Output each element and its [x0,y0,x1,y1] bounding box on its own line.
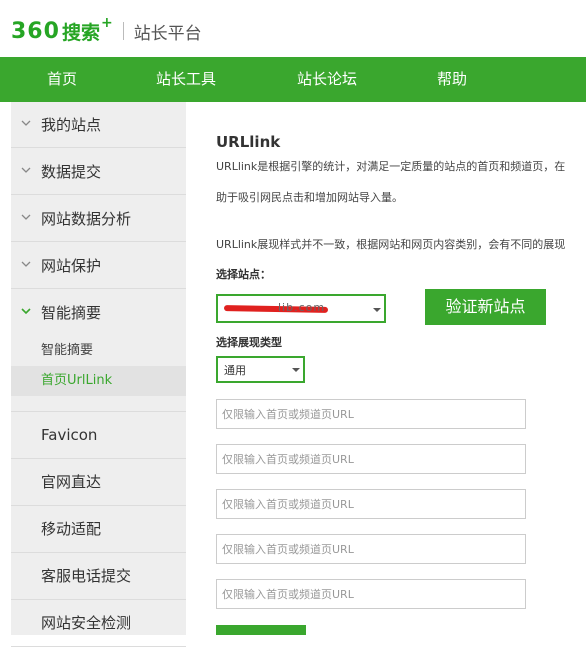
logo-search-text: 搜索 [61,21,100,44]
nav-item-help[interactable]: 帮助 [437,57,467,102]
display-type-value: 通用 [224,364,246,377]
sidebar-item-label: 我的站点 [41,116,102,134]
sidebar-item-label: 移动适配 [41,520,102,538]
url-input-2[interactable] [216,444,526,474]
chevron-down-icon [373,308,381,312]
url-input-3[interactable] [216,489,526,519]
top-nav: 首页 站长工具 站长论坛 帮助 [0,57,586,102]
nav-item-home[interactable]: 首页 [47,57,77,102]
sidebar-item-label: 客服电话提交 [41,567,132,585]
sidebar-item-data-submit[interactable]: 数据提交 [11,149,186,195]
sidebar-item-mobile-adapt[interactable]: 移动适配 [11,506,186,553]
logo-subtitle: 站长平台 [133,23,202,44]
verify-new-site-button[interactable]: 验证新站点 [425,289,546,325]
site-select[interactable]: lib.com [216,294,386,323]
url-input-5[interactable] [216,579,526,609]
logo-plus-mark: + [100,15,113,31]
description-line-2: 助于吸引网民点击和增加网站导入量。 [216,191,403,204]
sidebar-item-official-direct[interactable]: 官网直达 [11,459,186,506]
nav-item-tools[interactable]: 站长工具 [156,57,216,102]
url-input-4[interactable] [216,534,526,564]
sidebar-item-site-protect[interactable]: 网站保护 [11,243,186,289]
site-logo[interactable]: 360 搜索 + 站长平台 [11,15,202,46]
nav-item-forum[interactable]: 站长论坛 [297,57,357,102]
sidebar-item-label: 智能摘要 [41,304,102,322]
url-input-1[interactable] [216,399,526,429]
sidebar-item-favicon[interactable]: Favicon [11,412,186,459]
display-type-select[interactable]: 通用 [216,356,305,383]
chevron-down-icon [21,120,31,126]
sidebar-item-security-check[interactable]: 网站安全检测 [11,600,186,647]
sidebar-item-label: 网站保护 [41,257,102,275]
sidebar-item-my-sites[interactable]: 我的站点 [11,102,186,148]
sidebar-item-label: 网站安全检测 [41,614,132,632]
logo-360-text: 360 [11,18,60,44]
site-select-label: 选择站点： [216,268,271,281]
sidebar-item-site-analysis[interactable]: 网站数据分析 [11,196,186,242]
description-line-3: URLlink展现样式并不一致，根据网站和网页内容类别，会有不同的展现 [216,238,566,251]
sidebar-item-label: 官网直达 [41,473,102,491]
chevron-down-icon [21,214,31,220]
description-line-1: URLlink是根据引擎的统计，对满足一定质量的站点的首页和频道页，在 [216,160,566,173]
sidebar: 我的站点 数据提交 网站数据分析 网站保护 智能摘要 智能摘要 首页UrlLin… [11,102,186,647]
display-type-label: 选择展现类型 [216,336,282,349]
sidebar-subitem-urllink[interactable]: 首页UrlLink [11,366,186,396]
sidebar-item-smart-summary[interactable]: 智能摘要 [11,290,186,336]
chevron-down-icon [21,261,31,267]
submit-button[interactable] [216,625,306,635]
page-title: URLlink [216,133,281,151]
header: 360 搜索 + 站长平台 [0,0,586,57]
sidebar-item-label: 网站数据分析 [41,210,132,228]
chevron-down-icon [21,167,31,173]
sidebar-item-label: Favicon [41,426,98,444]
logo-divider [122,22,124,40]
chevron-down-icon [292,368,300,372]
chevron-down-icon [21,308,31,315]
sidebar-subitem-smart-summary[interactable]: 智能摘要 [11,336,186,366]
sidebar-item-phone-submit[interactable]: 客服电话提交 [11,553,186,600]
site-select-value: lib.com [278,301,326,314]
sidebar-item-label: 数据提交 [41,163,102,181]
